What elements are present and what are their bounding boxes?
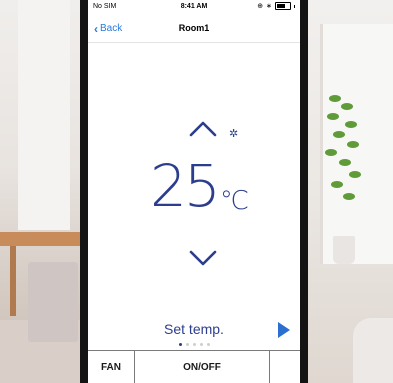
plant-pot: [333, 236, 355, 264]
chair: [28, 262, 78, 342]
next-page-button[interactable]: [277, 321, 291, 339]
more-button[interactable]: [270, 351, 300, 383]
temperature-value: 25: [150, 152, 221, 220]
temperature-unit: ℃: [219, 186, 250, 216]
status-bar: No SIM 8:41 AM ⊕ ∗: [88, 0, 300, 14]
page-dot: [206, 343, 210, 346]
page-dot: [199, 343, 203, 346]
location-icon: ⊕: [257, 3, 264, 10]
temperature-display: 25℃: [150, 151, 270, 221]
on-off-label: ON/OFF: [183, 362, 221, 373]
page-dot: [185, 343, 189, 346]
temperature-up-button[interactable]: [189, 120, 217, 138]
phone-screen: No SIM 8:41 AM ⊕ ∗ ‹ Back Room1 ✲ 25℃ Se…: [88, 0, 300, 383]
phone-frame: No SIM 8:41 AM ⊕ ∗ ‹ Back Room1 ✲ 25℃ Se…: [80, 0, 308, 383]
table-top: [0, 232, 80, 246]
navigation-bar: ‹ Back Room1: [88, 14, 300, 43]
sofa: [353, 318, 393, 383]
background-room-left: [0, 0, 80, 383]
page-indicator: [88, 343, 300, 346]
fan-label: FAN: [101, 362, 121, 373]
fan-button[interactable]: FAN: [88, 351, 135, 383]
set-temp-label: Set temp.: [164, 321, 224, 337]
page-dot: [178, 343, 182, 346]
page-title: Room1: [178, 23, 210, 33]
plant: [325, 95, 361, 215]
on-off-button[interactable]: ON/OFF: [135, 351, 270, 383]
page-dot: [192, 343, 196, 346]
battery-icon: [275, 2, 291, 10]
table-leg: [10, 246, 16, 316]
background-room-right: [308, 0, 393, 383]
bluetooth-icon: ∗: [266, 3, 272, 10]
wall-panel: [18, 0, 70, 230]
snowflake-icon: ✲: [229, 128, 239, 140]
status-icons: ⊕ ∗: [257, 2, 295, 10]
temperature-down-button[interactable]: [189, 249, 217, 267]
bottom-button-bar: FAN ON/OFF: [88, 350, 300, 383]
